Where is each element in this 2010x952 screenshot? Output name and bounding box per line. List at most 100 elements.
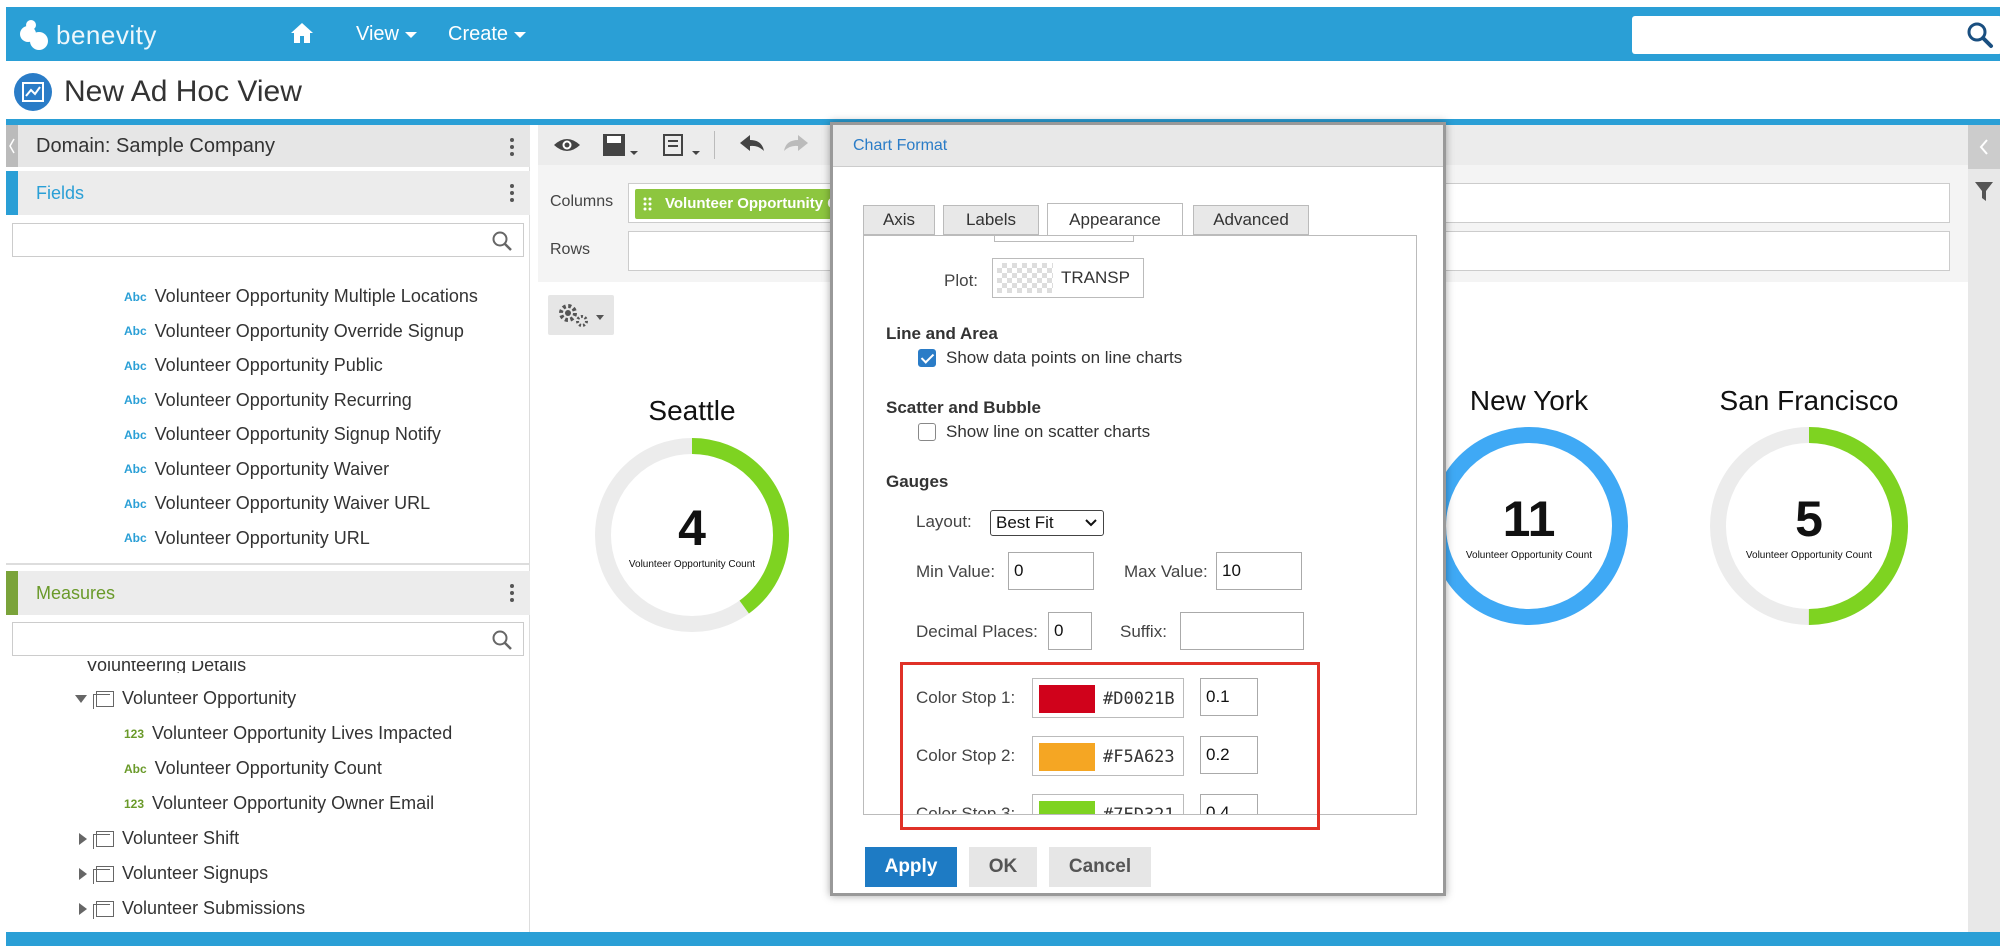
gears-icon bbox=[559, 304, 604, 327]
field-label: Volunteer Opportunity Public bbox=[154, 355, 383, 375]
folder-icon bbox=[93, 690, 114, 709]
plot-color-picker[interactable]: TRANSP bbox=[992, 258, 1144, 298]
view-menu[interactable]: View bbox=[356, 7, 417, 61]
suffix-input[interactable] bbox=[1180, 612, 1304, 650]
text-type-icon: Abc bbox=[124, 427, 147, 442]
field-item[interactable]: Abc Volunteer Opportunity Multiple Locati… bbox=[124, 286, 478, 307]
gauge-measure-label: Volunteer Opportunity Count bbox=[628, 559, 756, 570]
show-points-option[interactable]: Show data points on line charts bbox=[918, 348, 1182, 368]
field-item[interactable]: Abc Volunteer Opportunity Override Signup bbox=[124, 321, 464, 342]
column-pill[interactable]: Volunteer Opportunity C bbox=[635, 189, 835, 219]
page-header: New Ad Hoc View bbox=[14, 72, 302, 112]
collapse-left-icon[interactable] bbox=[6, 125, 18, 167]
field-item[interactable]: Abc Volunteer Opportunity URL bbox=[124, 528, 370, 549]
chart-options-button[interactable] bbox=[548, 295, 614, 335]
eye-icon[interactable] bbox=[552, 133, 582, 157]
top-nav-bar: benevity View Create bbox=[6, 7, 2002, 61]
column-pill-label: Volunteer Opportunity C bbox=[665, 195, 835, 212]
create-menu[interactable]: Create bbox=[448, 7, 527, 61]
search-icon[interactable] bbox=[1966, 21, 1994, 49]
global-search-input[interactable] bbox=[1632, 16, 2002, 54]
tree-group-volunteer-opportunity[interactable]: Volunteer Opportunity bbox=[74, 688, 296, 709]
filter-icon[interactable] bbox=[1974, 181, 1994, 203]
benevity-logo[interactable]: benevity bbox=[20, 17, 157, 53]
toolbar-divider bbox=[714, 131, 715, 159]
collapse-right-icon[interactable] bbox=[1968, 125, 2000, 169]
field-item[interactable]: Abc Volunteer Opportunity Signup Notify bbox=[124, 424, 441, 445]
export-icon[interactable] bbox=[662, 133, 702, 157]
tree-group-collapsed[interactable]: Volunteer Signups bbox=[78, 863, 268, 884]
home-icon bbox=[291, 22, 313, 43]
field-label: Volunteer Opportunity URL bbox=[154, 527, 370, 548]
collapsed-arrow-icon[interactable] bbox=[78, 832, 88, 846]
number-type-icon: 123 bbox=[124, 726, 145, 741]
apply-button[interactable]: Apply bbox=[865, 847, 957, 887]
max-value-input[interactable]: 10 bbox=[1216, 552, 1302, 590]
measure-item[interactable]: Abc Volunteer Opportunity Count bbox=[124, 758, 382, 779]
field-item[interactable]: Abc Volunteer Opportunity Public bbox=[124, 355, 383, 376]
home-button[interactable] bbox=[290, 7, 314, 61]
text-type-icon: Abc bbox=[124, 531, 147, 545]
data-source-panel: Domain: Sample Company Fields Abc Volunte… bbox=[6, 125, 530, 932]
field-label: Volunteer Opportunity Waiver bbox=[154, 458, 390, 479]
ok-button[interactable]: OK bbox=[969, 847, 1037, 887]
tab-advanced[interactable]: Advanced bbox=[1193, 205, 1309, 235]
measures-search-input[interactable] bbox=[12, 622, 524, 656]
save-icon[interactable] bbox=[602, 133, 640, 157]
undo-icon[interactable] bbox=[738, 133, 766, 157]
measures-label: Measures bbox=[36, 582, 116, 603]
gauge-value: 5 bbox=[1795, 491, 1823, 547]
measure-item[interactable]: 123 Volunteer Opportunity Owner Email bbox=[124, 793, 434, 814]
text-type-icon: Abc bbox=[124, 358, 147, 373]
decimal-places-input[interactable]: 0 bbox=[1048, 612, 1092, 650]
suffix-label: Suffix: bbox=[1120, 622, 1167, 641]
min-value-input[interactable]: 0 bbox=[1008, 552, 1094, 590]
measure-item[interactable]: 123 Volunteer Opportunity Lives Impacted bbox=[124, 723, 452, 744]
gauge-seattle: Seattle 4 Volunteer Opportunity Count bbox=[572, 395, 812, 665]
layout-select-value: Best Fit bbox=[996, 513, 1054, 532]
tab-labels[interactable]: Labels bbox=[943, 205, 1039, 235]
tree-group-collapsed[interactable]: Volunteer Shift bbox=[78, 828, 239, 849]
folder-icon bbox=[93, 900, 114, 919]
collapsed-arrow-icon[interactable] bbox=[78, 902, 88, 916]
chevron-down-icon bbox=[1085, 519, 1097, 527]
measures-header[interactable]: Measures bbox=[6, 571, 530, 615]
footer-bar bbox=[6, 932, 2000, 946]
search-icon[interactable] bbox=[491, 629, 513, 651]
search-icon[interactable] bbox=[491, 230, 513, 252]
show-line-checkbox[interactable] bbox=[918, 423, 936, 441]
field-item[interactable]: Abc Volunteer Opportunity Waiver bbox=[124, 459, 389, 480]
show-points-label: Show data points on line charts bbox=[946, 348, 1183, 367]
redo-icon[interactable] bbox=[782, 133, 810, 157]
drag-handle-icon[interactable] bbox=[643, 197, 653, 211]
highlight-annotation-box bbox=[900, 662, 1320, 830]
show-line-label: Show line on scatter charts bbox=[946, 422, 1151, 441]
show-points-checkbox[interactable] bbox=[918, 349, 936, 367]
tab-axis[interactable]: Axis bbox=[863, 205, 935, 235]
field-label: Volunteer Opportunity Waiver URL bbox=[154, 493, 431, 513]
tab-appearance[interactable]: Appearance bbox=[1047, 203, 1183, 237]
cut-off-row bbox=[994, 236, 1134, 242]
gauge-measure-label: Volunteer Opportunity Count bbox=[1745, 550, 1873, 561]
kebab-menu-icon[interactable] bbox=[510, 581, 516, 605]
field-item[interactable]: Abc Volunteer Opportunity Waiver URL bbox=[124, 493, 430, 514]
measures-accent bbox=[6, 571, 18, 615]
fields-header[interactable]: Fields bbox=[6, 171, 530, 215]
gauges-title: Gauges bbox=[886, 472, 949, 491]
adhoc-view-icon bbox=[14, 73, 52, 111]
fields-search-input[interactable] bbox=[12, 223, 524, 257]
cancel-button[interactable]: Cancel bbox=[1049, 847, 1151, 887]
measure-label: Volunteer Opportunity Owner Email bbox=[152, 793, 435, 813]
kebab-menu-icon[interactable] bbox=[510, 135, 516, 159]
tree-group-collapsed[interactable]: Volunteer Submissions bbox=[78, 898, 305, 919]
dialog-title: Chart Format bbox=[833, 125, 1443, 167]
layout-select[interactable]: Best Fit bbox=[990, 510, 1104, 536]
kebab-menu-icon[interactable] bbox=[510, 181, 516, 205]
collapsed-arrow-icon[interactable] bbox=[78, 867, 88, 881]
show-line-option[interactable]: Show line on scatter charts bbox=[918, 422, 1150, 442]
brand-name: benevity bbox=[56, 19, 157, 50]
rows-label: Rows bbox=[550, 241, 591, 258]
create-menu-label: Create bbox=[448, 23, 509, 45]
field-item[interactable]: Abc Volunteer Opportunity Recurring bbox=[124, 390, 412, 411]
expanded-arrow-icon[interactable] bbox=[74, 694, 88, 704]
